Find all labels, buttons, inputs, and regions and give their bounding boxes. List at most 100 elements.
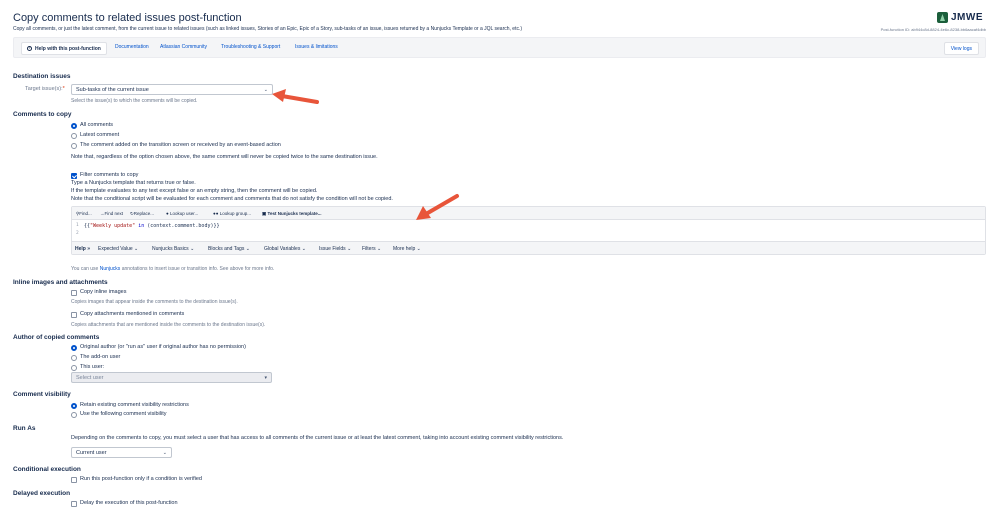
- filter-line-2: If the template evaluates to any text ex…: [71, 188, 318, 194]
- atlassian-community-link[interactable]: Atlassian Community: [160, 44, 207, 50]
- conditional-label: Run this post-function only if a conditi…: [80, 476, 202, 482]
- menu-global-variables-label: Global Variables: [264, 246, 301, 252]
- test-template-button[interactable]: ▣ Test Nunjucks template...: [262, 211, 321, 217]
- lookup-group-button[interactable]: ●● Lookup group...: [213, 211, 251, 216]
- chevron-down-icon: ⌄: [347, 246, 352, 252]
- menu-global-variables[interactable]: Global Variables ⌄: [264, 246, 306, 252]
- copy-inline-images-checkbox[interactable]: [71, 290, 77, 296]
- menu-expected-value-label: Expected Value: [98, 246, 133, 252]
- help-tab-label: Help with this post-function: [35, 45, 101, 52]
- visibility-heading: Comment visibility: [13, 391, 71, 398]
- filter-comments-checkbox[interactable]: [71, 173, 77, 179]
- run-as-heading: Run As: [13, 425, 36, 432]
- menu-more-help[interactable]: More help ⌄: [393, 246, 421, 252]
- line-number: 1: [76, 223, 79, 228]
- test-template-label: Test Nunjucks template...: [267, 211, 322, 216]
- code-area[interactable]: 1 2 {{"Weekly update" in (context.commen…: [72, 221, 985, 242]
- copy-attachments-checkbox[interactable]: [71, 312, 77, 318]
- radio-all-comments-label: All comments: [80, 122, 114, 128]
- menu-blocks-tags[interactable]: Blocks and Tags ⌄: [208, 246, 250, 252]
- menu-issue-fields-label: Issue Fields: [319, 246, 346, 252]
- test-icon: ▣: [262, 211, 267, 216]
- menu-filters[interactable]: Filters ⌄: [362, 246, 381, 252]
- menu-issue-fields[interactable]: Issue Fields ⌄: [319, 246, 351, 252]
- editor-footer: Help » Expected Value ⌄ Nunjucks Basics …: [72, 241, 985, 254]
- menu-more-help-label: More help: [393, 246, 416, 252]
- find-button[interactable]: ⚲Find...: [76, 211, 92, 217]
- chevron-down-icon: ⌄: [245, 246, 250, 252]
- conditional-checkbox[interactable]: [71, 477, 77, 483]
- delayed-label: Delay the execution of this post-functio…: [80, 500, 178, 506]
- page-title: Copy comments to related issues post-fun…: [13, 12, 242, 24]
- inline-heading: Inline images and attachments: [13, 279, 108, 286]
- radio-original-author[interactable]: [71, 345, 77, 351]
- nunjucks-editor[interactable]: ⚲Find... →Find next ↻Replace... ● Lookup…: [71, 206, 986, 255]
- conditional-heading: Conditional execution: [13, 466, 81, 473]
- question-circle-icon: ?: [27, 46, 32, 51]
- nunjucks-note-prefix: You can use: [71, 266, 100, 272]
- copy-attachments-hint: Copies attachments that are mentioned in…: [71, 322, 266, 328]
- filter-comments-label: Filter comments to copy: [80, 172, 139, 178]
- menu-filters-label: Filters: [362, 246, 376, 252]
- lookup-user-label: Lookup user...: [169, 211, 199, 216]
- group-icon: ●●: [213, 211, 219, 216]
- menu-blocks-tags-label: Blocks and Tags: [208, 246, 245, 252]
- replace-button[interactable]: ↻Replace...: [130, 211, 154, 217]
- destination-heading: Destination issues: [13, 73, 71, 80]
- radio-transition-comment[interactable]: [71, 143, 77, 149]
- author-heading: Author of copied comments: [13, 334, 100, 341]
- radio-this-user[interactable]: [71, 365, 77, 371]
- delayed-heading: Delayed execution: [13, 490, 71, 497]
- lookup-user-button[interactable]: ● Lookup user...: [166, 211, 198, 216]
- chevron-down-icon: ⌄: [301, 246, 306, 252]
- find-next-button[interactable]: →Find next: [100, 211, 123, 216]
- page-subtitle: Copy all comments, or just the latest co…: [13, 26, 523, 32]
- target-issues-label: Target issue(s):*: [25, 86, 65, 92]
- radio-this-user-label: This user:: [80, 364, 105, 370]
- nunjucks-link[interactable]: Nunjucks: [100, 266, 121, 272]
- find-next-label: Find next: [104, 211, 124, 216]
- annotation-arrow-icon: [416, 194, 459, 220]
- radio-use-visibility[interactable]: [71, 412, 77, 418]
- caret-down-icon: ▾: [264, 375, 267, 381]
- delayed-checkbox[interactable]: [71, 501, 77, 507]
- documentation-link[interactable]: Documentation: [115, 44, 149, 50]
- line-number: 2: [76, 231, 79, 236]
- target-issues-select[interactable]: Sub-tasks of the current issue ⌄: [71, 84, 273, 95]
- run-as-select[interactable]: Current user ⌄: [71, 447, 172, 458]
- view-logs-button[interactable]: View logs: [943, 42, 979, 55]
- author-user-placeholder: Select user: [76, 375, 104, 381]
- code-rest: (context.comment.body)}}: [147, 223, 220, 229]
- copy-attachments-label: Copy attachments mentioned in comments: [80, 311, 185, 317]
- chevron-down-icon: ⌄: [162, 450, 167, 456]
- page: Copy comments to related issues post-fun…: [0, 0, 999, 520]
- troubleshooting-link[interactable]: Troubleshooting & Support: [221, 44, 280, 50]
- jmwe-logo-icon: [937, 12, 948, 23]
- chevron-down-icon: ⌄: [134, 246, 139, 252]
- help-tab[interactable]: ? Help with this post-function: [21, 42, 107, 55]
- menu-expected-value[interactable]: Expected Value ⌄: [98, 246, 138, 252]
- user-icon: ●: [166, 211, 169, 216]
- replace-label: Replace...: [133, 211, 155, 216]
- menu-nunjucks-basics-label: Nunjucks Basics: [152, 246, 189, 252]
- radio-retain-visibility[interactable]: [71, 403, 77, 409]
- help-menu[interactable]: Help »: [75, 246, 90, 252]
- radio-all-comments[interactable]: [71, 123, 77, 129]
- radio-retain-visibility-label: Retain existing comment visibility restr…: [80, 402, 189, 408]
- issues-limitations-link[interactable]: Issues & limitations: [295, 44, 338, 50]
- chevron-down-icon: ⌄: [263, 87, 268, 93]
- radio-addon-user[interactable]: [71, 355, 77, 361]
- radio-latest-comment[interactable]: [71, 133, 77, 139]
- brand: JMWE: [937, 12, 983, 23]
- help-bar: ? Help with this post-function Documenta…: [13, 37, 986, 58]
- run-as-value: Current user: [76, 450, 107, 456]
- radio-original-author-label: Original author (or "run as" user if ori…: [80, 344, 246, 350]
- chevron-down-icon: ⌄: [416, 246, 421, 252]
- comments-note: Note that, regardless of the option chos…: [71, 154, 378, 160]
- radio-addon-user-label: The add-on user: [80, 354, 121, 360]
- radio-transition-comment-label: The comment added on the transition scre…: [80, 142, 281, 148]
- author-user-select[interactable]: Select user ▾: [71, 372, 272, 383]
- find-label: Find...: [79, 211, 92, 216]
- nunjucks-note: You can use Nunjucks annotations to inse…: [71, 266, 274, 272]
- menu-nunjucks-basics[interactable]: Nunjucks Basics ⌄: [152, 246, 194, 252]
